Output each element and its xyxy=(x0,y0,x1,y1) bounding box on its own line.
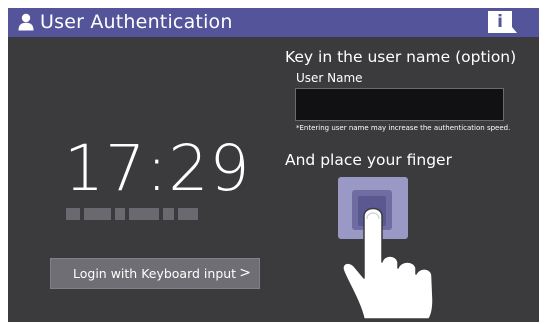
chevron-right-icon: > xyxy=(239,265,251,281)
username-input[interactable] xyxy=(295,88,504,121)
clock-time: 17:29 xyxy=(64,132,251,205)
login-keyboard-button[interactable]: Login with Keyboard input > xyxy=(50,258,260,289)
username-label: User Name xyxy=(296,71,363,85)
finger-prompt: And place your finger xyxy=(285,151,452,169)
username-note: *Entering user name may increase the aut… xyxy=(296,124,511,132)
username-prompt: Key in the user name (option) xyxy=(285,48,517,66)
title-bar: User Authentication i xyxy=(8,8,539,37)
user-icon xyxy=(18,13,34,31)
info-icon: i xyxy=(497,12,503,32)
info-button[interactable]: i xyxy=(488,11,517,33)
authentication-screen: User Authentication i 17:29 Login with K… xyxy=(8,8,539,322)
fingerprint-sensor-hand-icon xyxy=(338,177,434,320)
page-title: User Authentication xyxy=(40,11,233,33)
date-display-obscured xyxy=(66,208,199,220)
login-keyboard-label: Login with Keyboard input xyxy=(73,266,237,281)
